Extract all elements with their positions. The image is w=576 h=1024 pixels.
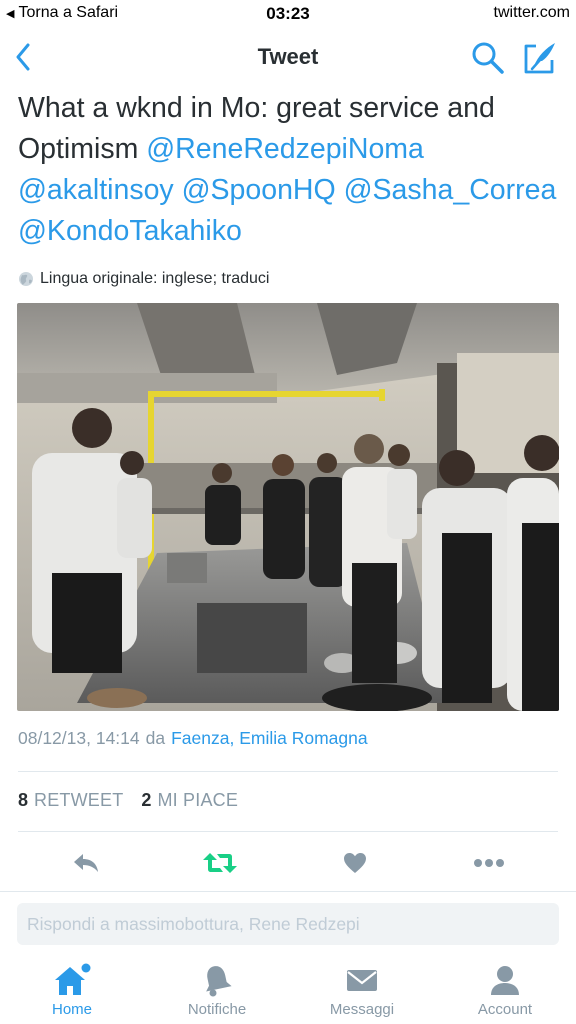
divider [18,771,558,772]
globe-icon [19,272,33,286]
like-count[interactable]: 2 [141,790,151,811]
tab-messages[interactable]: Messaggi [302,955,422,1024]
reply-input[interactable] [17,903,559,945]
kitchen-photo [17,303,559,711]
tweet-stats: 8 RETWEET 2 MI PIACE [18,790,238,811]
like-button[interactable] [335,848,375,878]
reply-icon [74,854,98,872]
reply-button[interactable] [66,848,106,878]
retweet-button[interactable] [200,848,240,878]
home-icon [55,963,91,995]
search-button[interactable] [470,40,506,76]
mention-link[interactable]: @ReneRedzepiNoma [146,133,424,165]
tweet-photo[interactable] [17,303,559,711]
nav-bar: Tweet [0,28,576,86]
tweet-meta: 08/12/13, 14:14 da Faenza, Emilia Romagn… [18,728,368,749]
status-time: 03:23 [266,4,310,23]
mention-link[interactable]: @SpoonHQ [182,174,336,206]
status-domain: twitter.com [493,4,570,21]
tab-home-label: Home [51,1001,92,1018]
compose-button[interactable] [522,40,558,76]
tweet-place-link[interactable]: Faenza, Emilia Romagna [171,728,367,749]
search-icon [472,42,504,74]
retweet-label[interactable]: RETWEET [34,790,123,811]
person-icon [491,966,519,995]
tab-home[interactable]: Home [12,955,132,1024]
tweet-text: What a wknd in Mo: great service and Opti… [18,88,563,252]
mention-link[interactable]: @Sasha_Correa [344,174,557,206]
tab-notifications-label: Notifiche [187,1001,247,1018]
envelope-icon [347,970,377,991]
status-bar: ◀ Torna a Safari 03:23 twitter.com [0,0,576,28]
tweet-actions [0,838,576,888]
divider [0,891,576,892]
reply-box[interactable] [17,903,559,945]
tab-messages-label: Messaggi [329,1001,395,1018]
tab-bar: Home Notifiche Messaggi Account [0,955,576,1024]
retweet-count[interactable]: 8 [18,790,28,811]
heart-icon [344,853,366,873]
translate-row[interactable]: Lingua originale: inglese; traduci [18,268,269,290]
tweet-text-line1: What a wknd in Mo: great service and [18,92,495,124]
compose-icon [524,43,555,74]
tweet-from: da [145,728,166,748]
translate-label: Lingua originale: inglese; traduci [40,270,270,287]
more-button[interactable] [469,848,509,878]
like-label[interactable]: MI PIACE [157,790,238,811]
tweet-date: 08/12/13, 14:14 [18,728,140,748]
tab-account[interactable]: Account [445,955,565,1024]
more-icon [474,859,504,867]
divider [18,831,558,832]
retweet-icon [203,853,237,873]
tab-account-label: Account [477,1001,533,1018]
mention-link[interactable]: @akaltinsoy [18,174,174,206]
tweet-text-plain: Optimism [18,133,147,165]
bell-icon [206,966,232,997]
tab-notifications[interactable]: Notifiche [157,955,277,1024]
mention-link[interactable]: @KondoTakahiko [18,215,242,247]
